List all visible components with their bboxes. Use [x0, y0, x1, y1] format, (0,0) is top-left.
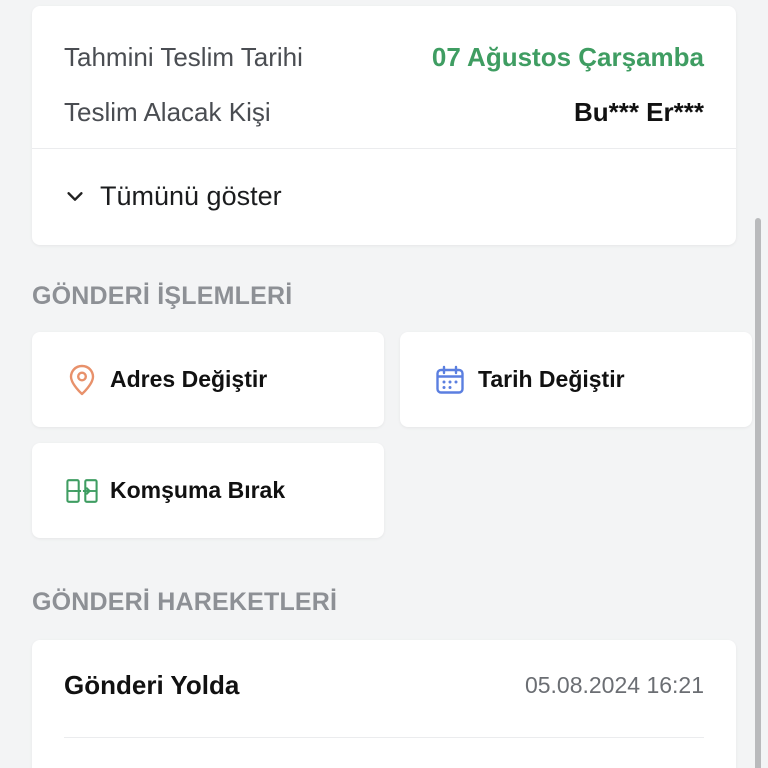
- recipient-row: Teslim Alacak Kişi Bu*** Er***: [64, 92, 704, 132]
- show-all-toggle[interactable]: Tümünü göster: [64, 176, 282, 216]
- calendar-icon: [434, 364, 466, 396]
- neighbor-transfer-icon: [66, 475, 98, 507]
- shipment-detail-page: Tahmini Teslim Tarihi 07 Ağustos Çarşamb…: [0, 0, 768, 768]
- movement-card: Gönderi Yolda 05.08.2024 16:21: [32, 640, 736, 768]
- leave-with-neighbor-label: Komşuma Bırak: [110, 477, 286, 503]
- chevron-down-icon: [67, 192, 83, 201]
- movements-section-title: GÖNDERİ HAREKETLERİ: [32, 588, 338, 616]
- recipient-label: Teslim Alacak Kişi: [64, 96, 271, 127]
- change-date-button[interactable]: Tarih Değiştir: [400, 332, 752, 427]
- change-date-label: Tarih Değiştir: [478, 366, 625, 392]
- location-pin-icon: [66, 364, 98, 396]
- movement-status: Gönderi Yolda: [64, 670, 240, 700]
- operations-section-title: GÖNDERİ İŞLEMLERİ: [32, 282, 293, 310]
- change-address-label: Adres Değiştir: [110, 366, 268, 392]
- divider: [64, 737, 704, 738]
- leave-with-neighbor-button[interactable]: Komşuma Bırak: [32, 443, 384, 538]
- movement-datetime: 05.08.2024 16:21: [524, 672, 704, 698]
- divider: [32, 148, 736, 149]
- show-all-label: Tümünü göster: [100, 180, 282, 211]
- scrollbar[interactable]: [755, 218, 761, 768]
- estimated-delivery-row: Tahmini Teslim Tarihi 07 Ağustos Çarşamb…: [64, 37, 704, 77]
- change-address-button[interactable]: Adres Değiştir: [32, 332, 384, 427]
- recipient-value: Bu*** Er***: [573, 96, 704, 127]
- delivery-info-card: Tahmini Teslim Tarihi 07 Ağustos Çarşamb…: [32, 6, 736, 245]
- estimated-delivery-value: 07 Ağustos Çarşamba: [431, 41, 704, 72]
- estimated-delivery-label: Tahmini Teslim Tarihi: [64, 41, 303, 72]
